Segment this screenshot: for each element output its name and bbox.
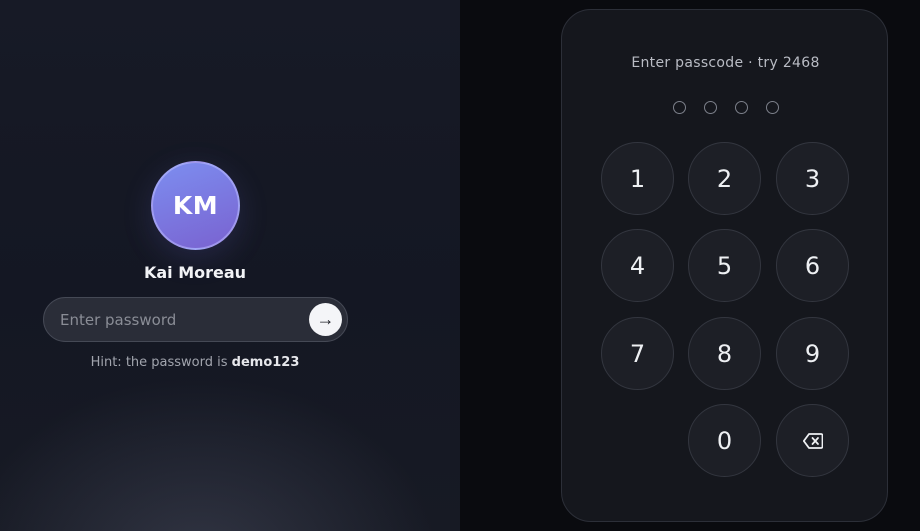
keypad-key-8[interactable]: 8 [688, 317, 761, 390]
passcode-dot [703, 101, 717, 114]
password-login-panel: KM Kai Moreau → Hint: the password is de… [0, 0, 460, 531]
avatar-initials: KM [172, 191, 219, 220]
user-name: Kai Moreau [143, 263, 247, 282]
lock-screen: KM Kai Moreau → Hint: the password is de… [0, 0, 920, 531]
passcode-dot [765, 101, 779, 114]
keypad-key-2[interactable]: 2 [688, 142, 761, 215]
passcode-prompt: Enter passcode · try 2468 [631, 55, 820, 71]
submit-password-button[interactable]: → [309, 303, 342, 336]
passcode-indicator [562, 101, 889, 114]
password-hint: Hint: the password is demo123 [0, 355, 390, 370]
passcode-dot [734, 101, 748, 114]
keypad-key-6[interactable]: 6 [776, 229, 849, 302]
keypad-key-7[interactable]: 7 [601, 317, 674, 390]
avatar: KM [151, 161, 240, 250]
backspace-icon [802, 432, 823, 449]
password-hint-text: Hint: the password is [90, 355, 232, 370]
keypad-card: Enter passcode · try 2468 1 2 3 4 5 6 7 … [561, 9, 888, 522]
passcode-panel: Enter passcode · try 2468 1 2 3 4 5 6 7 … [460, 0, 920, 531]
password-hint-value: demo123 [231, 355, 300, 370]
password-input[interactable] [60, 298, 300, 341]
keypad-key-1[interactable]: 1 [601, 142, 674, 215]
arrow-right-icon: → [316, 309, 335, 329]
passcode-dot [672, 101, 686, 114]
keypad-key-0[interactable]: 0 [688, 404, 761, 477]
keypad-key-4[interactable]: 4 [601, 229, 674, 302]
keypad-key-9[interactable]: 9 [776, 317, 849, 390]
backspace-button[interactable] [776, 404, 849, 477]
keypad-key-3[interactable]: 3 [776, 142, 849, 215]
keypad-key-5[interactable]: 5 [688, 229, 761, 302]
password-field-container: → [43, 297, 348, 342]
